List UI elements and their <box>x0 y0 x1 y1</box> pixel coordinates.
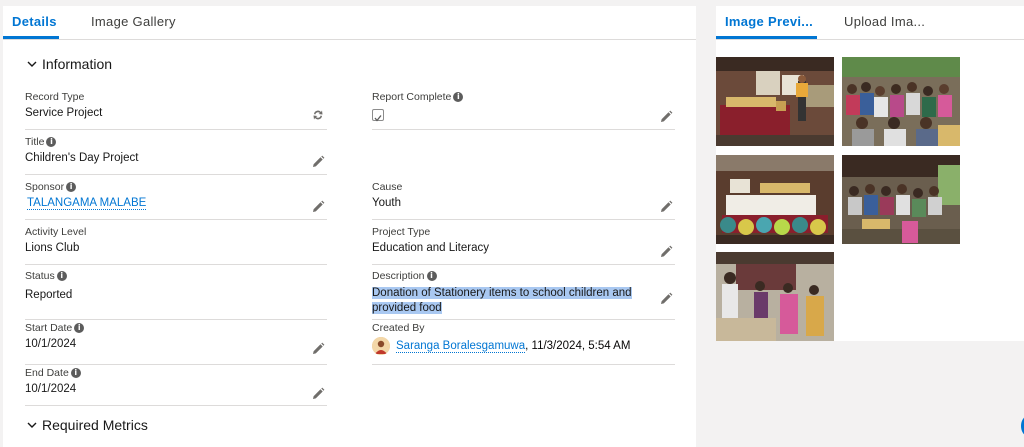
info-icon[interactable]: i <box>70 368 81 378</box>
info-icon[interactable]: i <box>46 137 57 147</box>
field-description: Description i Donation of Stationery item… <box>372 268 675 320</box>
field-value: Reported <box>25 289 73 301</box>
edit-pencil-icon[interactable] <box>311 387 325 401</box>
edit-pencil-icon[interactable] <box>311 200 325 214</box>
tab-upload-image[interactable]: Upload Ima... <box>844 6 925 39</box>
tab-details[interactable]: Details <box>3 6 59 39</box>
field-record-type: Record Type Service Project <box>25 89 327 130</box>
field-label: Activity Level <box>25 226 87 238</box>
photo-people-table <box>716 252 834 341</box>
field-label: Created By <box>372 322 425 334</box>
details-card: Details Image Gallery Information Record… <box>3 6 696 447</box>
field-sponsor: Sponsor i TALANGAMA MALABE <box>25 179 327 220</box>
field-start-date: Start Date i 10/1/2024 <box>25 320 327 365</box>
section-information-header[interactable]: Information <box>25 54 112 74</box>
field-status: Status i Reported <box>25 268 327 320</box>
field-label: Sponsor i <box>25 181 77 193</box>
details-tabs: Details Image Gallery <box>3 6 696 40</box>
field-end-date: End Date i 10/1/2024 <box>25 365 327 406</box>
image-tabs: Image Previ... Upload Ima... <box>716 6 1024 40</box>
edit-pencil-icon[interactable] <box>659 292 673 306</box>
field-activity-level: Activity Level Lions Club <box>25 224 327 265</box>
edit-pencil-icon[interactable] <box>659 110 673 124</box>
photo-crowd-canopy <box>842 155 960 244</box>
tab-image-preview[interactable]: Image Previ... <box>716 6 817 39</box>
field-report-complete: Report Complete i <box>372 89 675 130</box>
field-value: Service Project <box>25 107 103 119</box>
gallery-image[interactable] <box>716 252 834 341</box>
info-icon[interactable]: i <box>74 323 85 333</box>
photo-audience-crowd <box>842 57 960 146</box>
tab-image-gallery[interactable]: Image Gallery <box>91 6 176 39</box>
field-value: Children's Day Project <box>25 152 139 164</box>
field-project-type: Project Type Education and Literacy <box>372 224 675 265</box>
avatar <box>372 337 390 355</box>
field-cause: Cause Youth <box>372 179 675 220</box>
user-avatar-icon <box>372 337 390 355</box>
info-icon[interactable]: i <box>66 182 77 192</box>
image-card: Image Previ... Upload Ima... <box>716 6 1024 341</box>
field-value: 10/1/2024 <box>25 383 77 395</box>
section-title: Information <box>42 56 113 72</box>
created-by-value: Saranga Boralesgamuwa, 11/3/2024, 5:54 A… <box>396 340 631 353</box>
field-label: Cause <box>372 181 403 193</box>
gallery-image[interactable] <box>842 155 960 244</box>
field-label: Record Type <box>25 91 85 103</box>
chevron-down-icon <box>27 422 37 428</box>
change-record-type-icon[interactable] <box>311 108 325 122</box>
report-complete-checkbox[interactable] <box>372 109 384 122</box>
edit-pencil-icon[interactable] <box>311 155 325 169</box>
field-label: Description i <box>372 270 437 282</box>
section-title: Required Metrics <box>42 417 148 433</box>
chevron-down-icon <box>27 61 37 67</box>
gallery-image[interactable] <box>716 155 834 244</box>
field-label: Report Complete i <box>372 91 464 103</box>
field-title: Title i Children's Day Project <box>25 134 327 175</box>
gallery-image[interactable] <box>842 57 960 146</box>
field-label: Title i <box>25 136 57 148</box>
field-label: End Date i <box>25 367 81 379</box>
edit-pencil-icon[interactable] <box>659 245 673 259</box>
field-label: Status i <box>25 270 67 282</box>
field-value: Youth <box>372 197 401 209</box>
info-icon[interactable]: i <box>56 271 67 281</box>
info-icon[interactable]: i <box>453 92 464 102</box>
created-by-user-link[interactable]: Saranga Boralesgamuwa <box>396 340 526 353</box>
section-required-metrics-header[interactable]: Required Metrics <box>25 415 148 435</box>
description-value: Donation of Stationery items to school c… <box>372 287 632 314</box>
edit-pencil-icon[interactable] <box>311 342 325 356</box>
checkmark-icon <box>374 115 382 122</box>
edit-pencil-icon[interactable] <box>659 200 673 214</box>
field-label: Start Date i <box>25 322 85 334</box>
gallery-image[interactable] <box>716 57 834 146</box>
field-value: Lions Club <box>25 242 80 254</box>
field-created-by: Created By Saranga Boralesgamuwa, 11/3/2… <box>372 320 675 365</box>
photo-stage-table <box>716 57 834 146</box>
photo-decorated-stage <box>716 155 834 244</box>
field-value: 10/1/2024 <box>25 338 77 350</box>
info-icon[interactable]: i <box>426 271 437 281</box>
sponsor-link[interactable]: TALANGAMA MALABE <box>27 197 147 210</box>
field-value: Education and Literacy <box>372 242 489 254</box>
field-label: Project Type <box>372 226 431 238</box>
